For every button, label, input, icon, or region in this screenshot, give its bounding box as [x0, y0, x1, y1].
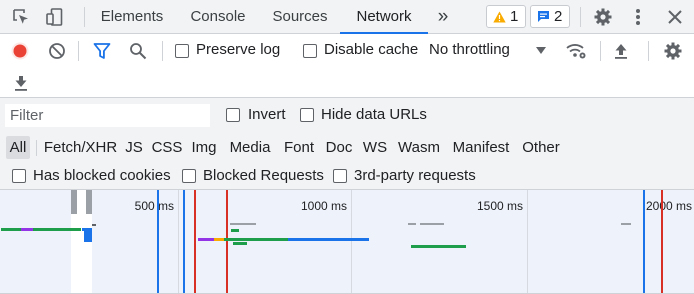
- request-bar: [231, 229, 239, 232]
- type-filter-ws[interactable]: WS: [361, 136, 389, 159]
- type-filter-all[interactable]: All: [6, 136, 30, 159]
- toolbar-divider: [78, 41, 79, 61]
- record-icon[interactable]: [10, 41, 30, 61]
- tab-sources[interactable]: Sources: [268, 0, 332, 33]
- request-bar: [224, 238, 288, 241]
- toolbar-divider: [600, 41, 601, 61]
- toolbar-divider: [580, 7, 581, 27]
- export-har-icon[interactable]: [10, 72, 32, 94]
- preserve-log-label[interactable]: Preserve log: [196, 41, 280, 58]
- filter-bar: Invert Hide data URLs: [0, 98, 694, 132]
- invert-label[interactable]: Invert: [248, 106, 286, 123]
- blocked-cookies-checkbox[interactable]: [12, 169, 26, 183]
- dom-content-loaded-line: [157, 190, 159, 293]
- network-toolbar: Preserve log Disable cache No throttling: [0, 34, 694, 98]
- devtools-tab-bar: Elements Console Sources Network » 1 2: [0, 0, 694, 34]
- request-bar: [621, 223, 631, 225]
- clear-icon[interactable]: [46, 41, 68, 61]
- toolbar-divider: [162, 41, 163, 61]
- third-party-requests-checkbox[interactable]: [333, 169, 347, 183]
- import-har-icon[interactable]: [610, 40, 632, 62]
- tick-label-1500ms: 1500 ms: [476, 199, 523, 213]
- blocked-requests-checkbox[interactable]: [182, 169, 196, 183]
- inspect-element-icon[interactable]: [10, 6, 32, 28]
- network-settings-gear-icon[interactable]: [662, 40, 684, 62]
- type-filter-media[interactable]: Media: [227, 136, 273, 159]
- blocked-cookies-label[interactable]: Has blocked cookies: [33, 167, 171, 184]
- filter-input[interactable]: [5, 104, 210, 127]
- request-bar: [214, 238, 224, 241]
- grid-line-500ms: [178, 190, 179, 293]
- blocked-filters-bar: Has blocked cookies Blocked Requests 3rd…: [0, 162, 694, 190]
- request-bar: [21, 228, 33, 231]
- request-bar: [84, 230, 92, 242]
- grid-line-1000ms: [351, 190, 352, 293]
- request-bar: [233, 242, 247, 245]
- disable-cache-label[interactable]: Disable cache: [324, 41, 418, 58]
- hide-data-urls-checkbox[interactable]: [300, 108, 314, 122]
- request-bar: [1, 228, 21, 231]
- type-filter-fetch-xhr[interactable]: Fetch/XHR: [43, 136, 118, 159]
- invert-checkbox[interactable]: [226, 108, 240, 122]
- load-event-line: [226, 190, 228, 293]
- disable-cache-checkbox[interactable]: [303, 44, 317, 58]
- request-bar: [408, 223, 416, 225]
- search-icon[interactable]: [126, 40, 150, 62]
- dom-content-loaded-line: [643, 190, 645, 293]
- tick-label-1000ms: 1000 ms: [300, 199, 347, 213]
- request-bar: [411, 245, 466, 248]
- overview-shade: [0, 190, 694, 293]
- tab-elements[interactable]: Elements: [96, 0, 168, 33]
- hide-data-urls-label[interactable]: Hide data URLs: [321, 106, 427, 123]
- tab-network[interactable]: Network: [340, 0, 428, 34]
- close-icon[interactable]: [664, 6, 686, 28]
- type-filter-manifest[interactable]: Manifest: [449, 136, 513, 159]
- selection-left-handle[interactable]: [71, 190, 77, 214]
- more-options-icon[interactable]: [628, 6, 648, 28]
- tick-label-500ms: 500 ms: [134, 199, 174, 213]
- warnings-count: 1: [510, 8, 519, 25]
- settings-gear-icon[interactable]: [592, 6, 614, 28]
- network-overview-timeline[interactable]: 500 ms 1000 ms 1500 ms 2000 ms: [0, 190, 694, 294]
- toolbar-divider: [648, 41, 649, 61]
- dropdown-arrow-icon[interactable]: [534, 43, 548, 57]
- warning-icon: [493, 11, 506, 23]
- request-bar: [33, 228, 81, 231]
- device-toolbar-icon[interactable]: [44, 6, 66, 28]
- message-icon: [537, 10, 550, 23]
- throttling-select[interactable]: No throttling: [429, 41, 510, 58]
- grid-line-1500ms: [527, 190, 528, 293]
- more-tabs-button[interactable]: »: [432, 0, 454, 33]
- request-bar: [92, 224, 96, 226]
- type-filter-doc[interactable]: Doc: [323, 136, 355, 159]
- preserve-log-checkbox[interactable]: [175, 44, 189, 58]
- request-bar: [288, 238, 369, 241]
- type-filter-js[interactable]: JS: [123, 136, 145, 159]
- messages-badge[interactable]: 2: [530, 5, 570, 28]
- request-bar: [198, 238, 214, 241]
- third-party-requests-label[interactable]: 3rd-party requests: [354, 167, 476, 184]
- type-filter-css[interactable]: CSS: [151, 136, 183, 159]
- tab-console[interactable]: Console: [186, 0, 250, 33]
- toolbar-divider: [84, 7, 85, 27]
- warnings-badge[interactable]: 1: [486, 5, 526, 28]
- request-bar: [230, 223, 256, 225]
- filter-icon[interactable]: [90, 40, 114, 62]
- selection-right-handle[interactable]: [86, 190, 92, 214]
- load-event-line: [661, 190, 663, 293]
- type-filter-img[interactable]: Img: [189, 136, 219, 159]
- type-filter-font[interactable]: Font: [281, 136, 317, 159]
- type-filter-wasm[interactable]: Wasm: [396, 136, 442, 159]
- resource-type-filters: All Fetch/XHR JS CSS Img Media Font Doc …: [0, 132, 694, 162]
- network-conditions-icon[interactable]: [563, 40, 589, 62]
- messages-count: 2: [554, 8, 563, 25]
- type-filter-other[interactable]: Other: [518, 136, 564, 159]
- load-event-line: [194, 190, 196, 293]
- request-bar: [420, 223, 444, 225]
- blocked-requests-label[interactable]: Blocked Requests: [203, 167, 324, 184]
- type-divider: [36, 140, 37, 156]
- dom-content-loaded-line: [183, 190, 185, 293]
